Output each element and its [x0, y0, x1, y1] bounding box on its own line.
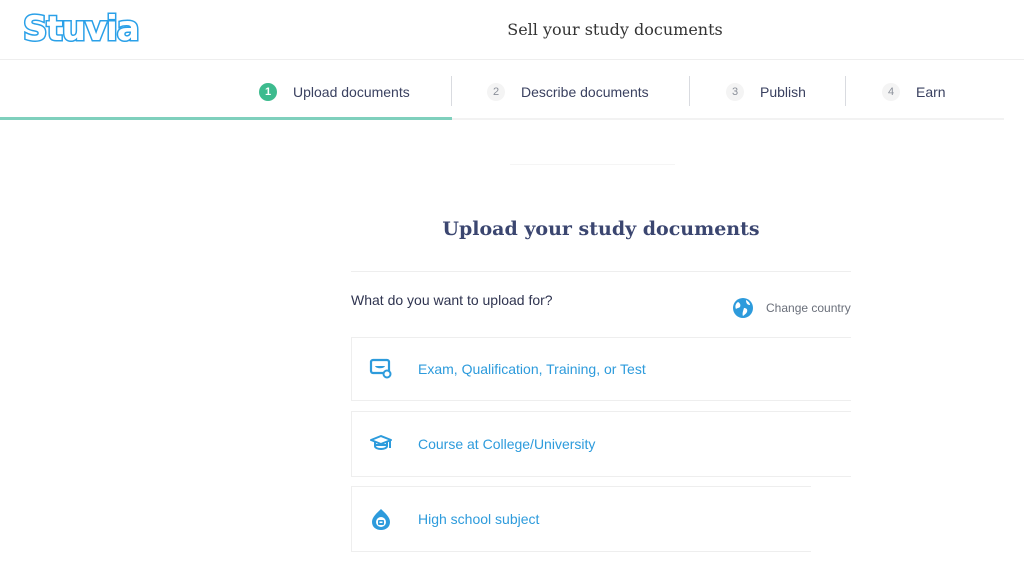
- header-title: Sell your study documents: [507, 20, 723, 39]
- step-divider: [451, 76, 452, 106]
- step-label: Describe documents: [521, 84, 649, 100]
- change-country-link[interactable]: Change country: [732, 297, 851, 319]
- progress-steps: 1 Upload documents 2 Describe documents …: [0, 60, 1024, 120]
- divider: [351, 271, 851, 272]
- upload-purpose-question: What do you want to upload for?: [351, 292, 553, 308]
- option-exam-qualification[interactable]: Exam, Qualification, Training, or Test: [351, 337, 851, 401]
- step-divider: [845, 76, 846, 106]
- exam-certificate-icon: [368, 356, 394, 382]
- option-label[interactable]: Exam, Qualification, Training, or Test: [418, 361, 646, 377]
- step-label: Earn: [916, 84, 946, 100]
- step-publish: 3 Publish: [726, 80, 806, 104]
- step-earn: 4 Earn: [882, 80, 946, 104]
- option-high-school-subject[interactable]: High school subject: [351, 486, 811, 552]
- active-step-indicator: [0, 117, 452, 120]
- step-label: Publish: [760, 84, 806, 100]
- step-divider: [689, 76, 690, 106]
- step-number-badge: 3: [726, 83, 744, 101]
- divider: [510, 164, 675, 165]
- page-title: Upload your study documents: [442, 218, 760, 240]
- step-upload-documents: 1 Upload documents: [259, 80, 410, 104]
- top-bar: Stuvia Sell your study documents: [0, 0, 1024, 60]
- option-college-university[interactable]: Course at College/University: [351, 411, 851, 477]
- option-label[interactable]: Course at College/University: [418, 436, 595, 452]
- step-label: Upload documents: [293, 84, 410, 100]
- graduation-cap-icon: [368, 431, 394, 457]
- step-number-badge: 4: [882, 83, 900, 101]
- step-number-badge: 1: [259, 83, 277, 101]
- globe-icon: [733, 298, 753, 318]
- change-country-label[interactable]: Change country: [766, 301, 851, 315]
- option-label[interactable]: High school subject: [418, 511, 539, 527]
- school-student-icon: [368, 506, 394, 532]
- step-describe-documents: 2 Describe documents: [487, 80, 649, 104]
- step-number-badge: 2: [487, 83, 505, 101]
